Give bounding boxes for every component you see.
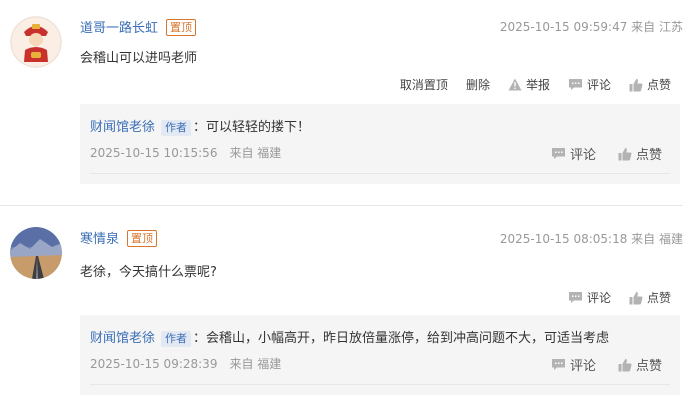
username-text[interactable]: 道哥一路长虹 <box>80 21 158 36</box>
comment-button[interactable]: 评论 <box>568 289 611 306</box>
like-button[interactable]: 点赞 <box>629 289 671 306</box>
comment-item: 寒情泉 置顶 2025-10-15 08:05:18 来自 福建 老徐，今天搞什么… <box>0 205 683 409</box>
reply-timestamp: 2025-10-15 10:15:56 <box>90 146 218 160</box>
thumbs-up-icon <box>629 78 643 91</box>
reply-location: 来自 福建 <box>229 357 282 371</box>
divider <box>90 173 670 174</box>
comment-icon <box>551 359 565 370</box>
comment-icon <box>568 79 582 90</box>
comment-actions: 评论 点赞 <box>550 289 671 306</box>
delete-button[interactable]: 删除 <box>466 76 490 93</box>
avatar[interactable] <box>10 227 62 279</box>
username-text[interactable]: 寒情泉 <box>80 232 119 247</box>
landscape-avatar-icon <box>10 227 62 279</box>
comment-item: 道哥一路长虹 置顶 2025-10-15 09:59:47 来自 江苏 会稽山可以… <box>0 0 683 205</box>
reply-box: 财闻馆老徐 作者 ：可以轻轻的搂下！ 2025-10-15 10:15:56 来自 福… <box>80 104 680 184</box>
report-button[interactable]: 举报 <box>508 76 550 93</box>
thumbs-up-icon <box>629 291 643 304</box>
reply-line: 财闻馆老徐 作者 ：会稽山，小幅高开，昨日放倍量涨停，给到冲高问题不大，可适当考虑 <box>90 327 609 347</box>
reply-actions: 评论 点赞 <box>529 355 662 374</box>
reply-like-button[interactable]: 点赞 <box>618 355 662 374</box>
reply-text: ：会稽山，小幅高开，昨日放倍量涨停，给到冲高问题不大，可适当考虑 <box>193 331 610 346</box>
username[interactable]: 寒情泉 置顶 <box>80 228 158 247</box>
avatar[interactable] <box>10 16 62 68</box>
comment-actions: 取消置顶 删除 举报 评论 点赞 <box>382 76 671 93</box>
timestamp: 2025-10-15 08:05:18 <box>499 232 628 246</box>
reply-comment-button[interactable]: 评论 <box>551 144 596 163</box>
comment-icon <box>568 292 582 303</box>
reply-text: ：可以轻轻的搂下！ <box>193 120 311 135</box>
reply-comment-button[interactable]: 评论 <box>551 355 596 374</box>
like-button[interactable]: 点赞 <box>629 76 671 93</box>
divider <box>90 384 670 385</box>
warning-icon <box>508 78 522 91</box>
timestamp: 2025-10-15 09:59:47 <box>499 20 628 34</box>
thumbs-up-icon <box>618 358 632 371</box>
reply-meta: 2025-10-15 09:28:39 来自 福建 <box>90 355 293 372</box>
comment-text: 会稽山可以进吗老师 <box>80 51 198 66</box>
reply-like-button[interactable]: 点赞 <box>618 144 662 163</box>
pinned-badge: 置顶 <box>166 19 197 36</box>
comment-meta: 2025-10-15 08:05:18 来自 福建 <box>500 230 683 247</box>
reply-timestamp: 2025-10-15 09:28:39 <box>90 357 218 371</box>
reply-location: 来自 福建 <box>229 146 282 160</box>
reply-author[interactable]: 财闻馆老徐 <box>90 120 155 135</box>
pinned-badge: 置顶 <box>127 230 158 247</box>
reply-box: 财闻馆老徐 作者 ：会稽山，小幅高开，昨日放倍量涨停，给到冲高问题不大，可适当考虑 … <box>80 315 680 395</box>
author-tag: 作者 <box>161 331 192 347</box>
reply-meta: 2025-10-15 10:15:56 来自 福建 <box>90 144 293 161</box>
comment-button[interactable]: 评论 <box>568 76 611 93</box>
reply-author[interactable]: 财闻馆老徐 <box>90 331 155 346</box>
reply-actions: 评论 点赞 <box>529 144 662 163</box>
author-tag: 作者 <box>161 120 192 136</box>
thumbs-up-icon <box>618 147 632 160</box>
comment-icon <box>551 148 565 159</box>
location: 来自 福建 <box>631 232 683 246</box>
fortune-god-avatar-icon <box>10 16 62 68</box>
location: 来自 江苏 <box>631 20 683 34</box>
comment-text: 老徐，今天搞什么票呢? <box>80 265 217 280</box>
comment-meta: 2025-10-15 09:59:47 来自 江苏 <box>500 18 683 35</box>
username[interactable]: 道哥一路长虹 置顶 <box>80 17 197 36</box>
unpin-button[interactable]: 取消置顶 <box>400 76 448 93</box>
reply-line: 财闻馆老徐 作者 ：可以轻轻的搂下！ <box>90 116 310 136</box>
